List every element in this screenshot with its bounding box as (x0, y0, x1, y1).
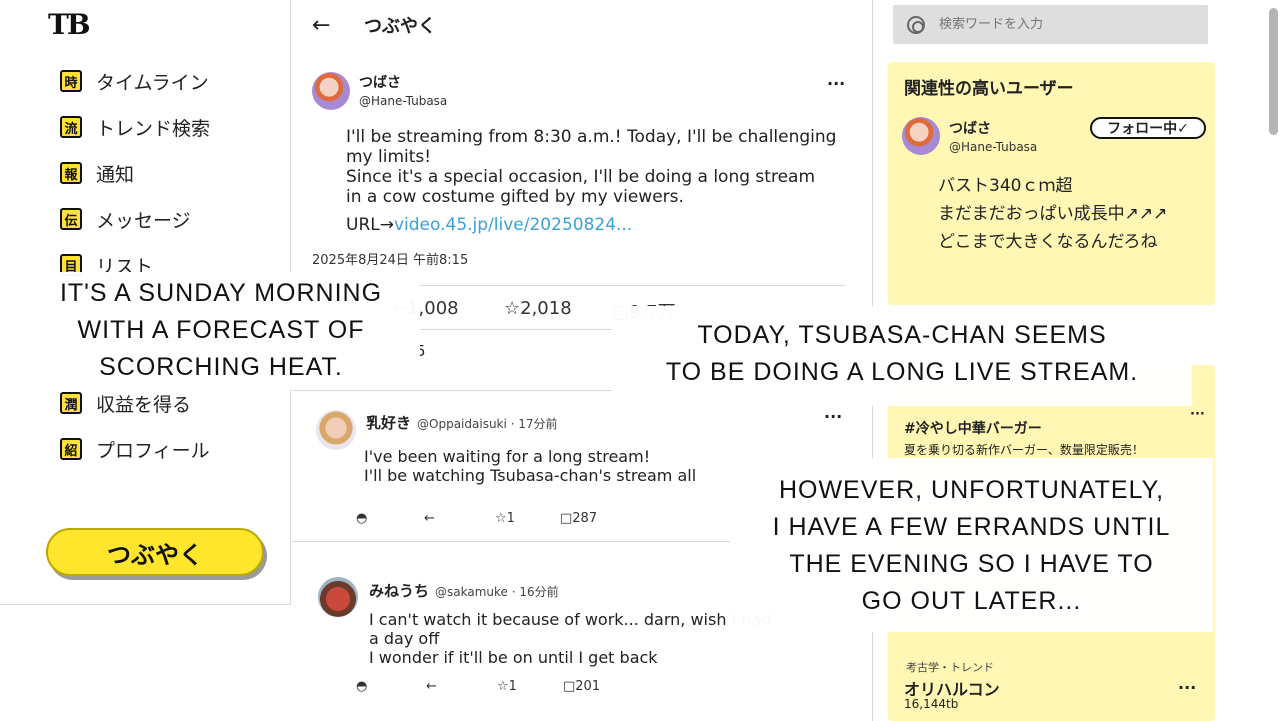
scrollbar[interactable] (1269, 8, 1278, 135)
avatar[interactable] (318, 577, 358, 617)
post-author[interactable]: つばさ @Hane-Tubasa (312, 72, 447, 110)
panel-title: 関連性の高いユーザー (904, 79, 1074, 99)
reply-text: I can't watch it because of work... darn… (369, 610, 772, 667)
main-header: ← つぶやく (292, 0, 872, 50)
like-button[interactable]: ☆1 (497, 679, 517, 694)
view-count: □201 (563, 679, 601, 694)
user-bio: バスト340ｃｍ超 まだまだおっぱい成長中↗↗↗ どこまで大きくなるんだろね (938, 176, 1168, 252)
post-line: my limits! (346, 147, 432, 167)
reply-meta: @sakamuke · 16分前 (435, 585, 559, 599)
page-title: つぶやく (364, 16, 436, 37)
post-line: I'll be streaming from 8:30 a.m.! Today,… (346, 127, 837, 147)
money-icon: 潤 (60, 392, 82, 414)
caption-box: It's a Sunday morning with a forecast of… (22, 272, 420, 390)
profile-icon: 紹 (60, 438, 82, 460)
user-name: つばさ (949, 121, 991, 137)
repost-icon[interactable]: ← (426, 679, 437, 694)
trend-description: 夏を乗り切る新作バーガー、数量限定販売！ (904, 443, 1144, 457)
nav-item-messages[interactable]: 伝メッセージ (60, 196, 210, 242)
app-logo[interactable]: TB (48, 8, 90, 41)
nav-label: プロフィール (96, 439, 210, 462)
nav-label: メッセージ (96, 209, 191, 232)
post-body: I'll be streaming from 8:30 a.m.! Today,… (346, 127, 866, 235)
trend-category: 考古学・トレンド (906, 661, 994, 674)
avatar[interactable] (902, 117, 940, 155)
trend-count: 16,144tb (904, 697, 959, 711)
nav-label: タイムライン (96, 71, 209, 94)
like-button[interactable]: ☆1 (495, 511, 515, 526)
back-arrow-icon[interactable]: ← (312, 13, 342, 38)
post-line: Since it's a special occasion, I'll be d… (346, 167, 816, 187)
url-link[interactable]: video.45.jp/live/20250824... (394, 215, 632, 235)
post-button[interactable]: つぶやく (46, 528, 264, 576)
like-count[interactable]: ☆2,018 (504, 298, 572, 319)
nav-item-trend-search[interactable]: 流トレンド検索 (60, 104, 210, 150)
post-line: in a cow costume gifted by my viewers. (346, 187, 684, 207)
user-info[interactable]: つばさ @Hane-Tubasa (949, 118, 1037, 154)
caption-box: Today, Tsubasa-chan seems to be doing a … (612, 306, 1192, 406)
url-prefix: URL→ (346, 215, 394, 235)
reply-icon[interactable]: ◓ (356, 511, 367, 526)
search-input[interactable] (939, 17, 1189, 32)
reply-icon[interactable]: ◓ (356, 679, 367, 694)
more-options-icon[interactable]: ··· (1178, 678, 1196, 697)
nav-label: 収益を得る (96, 393, 192, 416)
trend-icon: 流 (60, 116, 82, 138)
post-timestamp: 2025年8月24日 午前8:15 (312, 253, 469, 268)
more-options-icon[interactable]: ··· (824, 407, 842, 426)
post-url[interactable]: URL→video.45.jp/live/20250824... (346, 215, 866, 235)
author-handle: @Hane-Tubasa (359, 94, 448, 108)
related-users-panel: 関連性の高いユーザー つばさ @Hane-Tubasa フォロー中✓ バスト34… (888, 62, 1215, 305)
avatar[interactable] (316, 410, 356, 450)
bell-icon: 報 (60, 162, 82, 184)
more-options-icon[interactable]: ··· (1190, 407, 1205, 422)
reply-author-name: 乳好き (366, 414, 412, 432)
reply-author-name: みねうち (369, 582, 430, 600)
trend-tag[interactable]: #冷やし中華バーガー (904, 418, 1042, 438)
message-icon: 伝 (60, 208, 82, 230)
caption-box: However, unfortunately, I have a few err… (730, 458, 1213, 632)
more-options-icon[interactable]: ··· (827, 74, 845, 93)
nav-item-timeline[interactable]: 時タイムライン (60, 58, 210, 104)
reply-meta: @Oppaidaisuki · 17分前 (417, 417, 558, 431)
reply-text: I've been waiting for a long stream! I'l… (364, 447, 697, 485)
view-count: □287 (560, 511, 598, 526)
user-handle: @Hane-Tubasa (949, 140, 1038, 154)
nav-label: 通知 (96, 163, 135, 186)
nav-item-notifications[interactable]: 報通知 (60, 150, 210, 196)
nav-menu: 時タイムライン 流トレンド検索 報通知 伝メッセージ 目リスト 潤収益を得る 紹… (60, 58, 210, 472)
nav-label: トレンド検索 (96, 117, 211, 140)
following-button[interactable]: フォロー中✓ (1090, 117, 1206, 139)
avatar[interactable] (312, 72, 350, 110)
repost-icon[interactable]: ← (424, 511, 435, 526)
author-name: つばさ (359, 75, 401, 91)
search-icon (907, 15, 925, 34)
search-bar[interactable] (893, 5, 1208, 44)
timeline-icon: 時 (60, 70, 82, 92)
nav-item-profile[interactable]: 紹プロフィール (60, 426, 210, 472)
